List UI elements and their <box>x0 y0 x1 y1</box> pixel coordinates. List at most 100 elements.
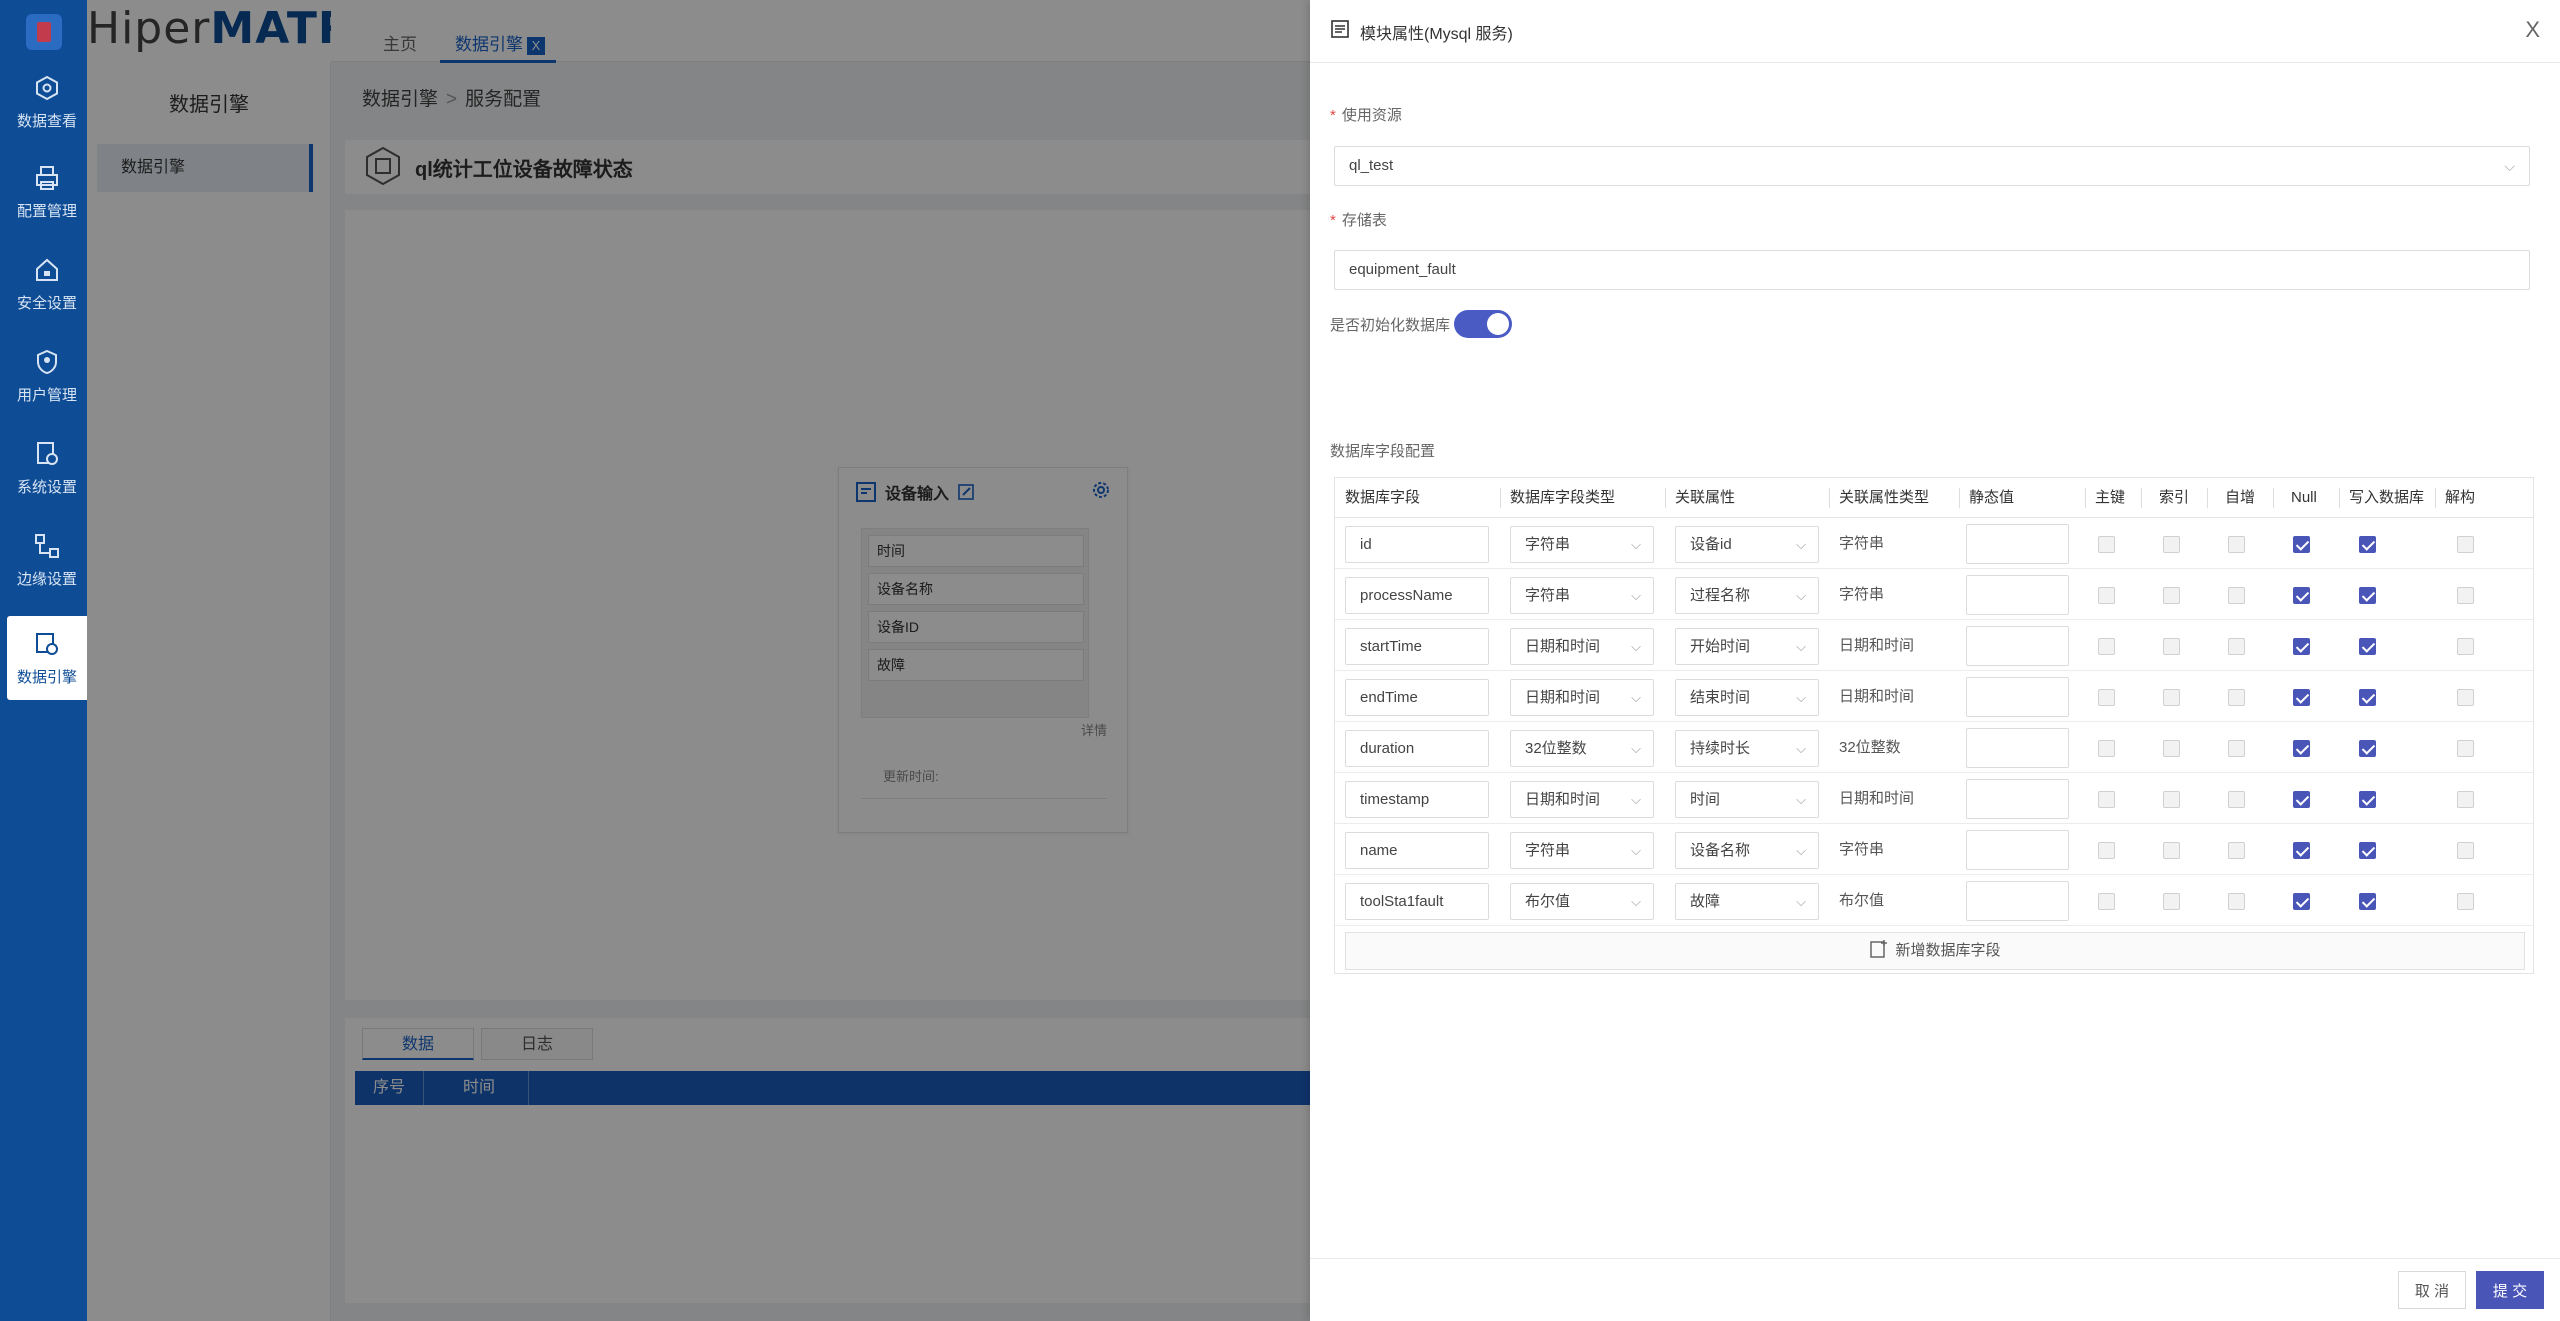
linked-attr-select[interactable]: 过程名称 ⌵ <box>1675 577 1819 614</box>
primary-key-checkbox[interactable] <box>2098 740 2115 757</box>
modal-overlay[interactable] <box>87 0 1310 1321</box>
cancel-button[interactable]: 取 消 <box>2398 1271 2466 1309</box>
write-db-checkbox[interactable] <box>2359 791 2376 808</box>
index-checkbox[interactable] <box>2163 740 2180 757</box>
null-checkbox[interactable] <box>2293 536 2310 553</box>
write-db-checkbox[interactable] <box>2359 842 2376 859</box>
db-field-input[interactable]: name <box>1345 832 1489 869</box>
auto-increment-checkbox[interactable] <box>2228 893 2245 910</box>
null-checkbox[interactable] <box>2293 893 2310 910</box>
index-checkbox[interactable] <box>2163 587 2180 604</box>
destructure-checkbox[interactable] <box>2457 740 2474 757</box>
static-value-input[interactable] <box>1966 881 2069 921</box>
auto-increment-checkbox[interactable] <box>2228 689 2245 706</box>
linked-attr-select[interactable]: 设备id ⌵ <box>1675 526 1819 563</box>
destructure-checkbox[interactable] <box>2457 842 2474 859</box>
db-field-type-select[interactable]: 日期和时间 ⌵ <box>1510 628 1654 665</box>
null-checkbox[interactable] <box>2293 587 2310 604</box>
null-checkbox[interactable] <box>2293 842 2310 859</box>
db-field-input[interactable]: startTime <box>1345 628 1489 665</box>
write-db-checkbox[interactable] <box>2359 689 2376 706</box>
db-field-type-select[interactable]: 32位整数 ⌵ <box>1510 730 1654 767</box>
column-header: 关联属性 <box>1675 489 1736 506</box>
static-value-input[interactable] <box>1966 728 2069 768</box>
static-value-input[interactable] <box>1966 626 2069 666</box>
column-header: 写入数据库 <box>2349 489 2425 506</box>
linked-attr-select[interactable]: 设备名称 ⌵ <box>1675 832 1819 869</box>
db-field-type-select[interactable]: 字符串 ⌵ <box>1510 577 1654 614</box>
nav-item-edge[interactable]: 边缘设置 <box>7 518 87 602</box>
auto-increment-checkbox[interactable] <box>2228 536 2245 553</box>
primary-key-checkbox[interactable] <box>2098 638 2115 655</box>
static-value-input[interactable] <box>1966 830 2069 870</box>
null-checkbox[interactable] <box>2293 638 2310 655</box>
linked-attr-select[interactable]: 开始时间 ⌵ <box>1675 628 1819 665</box>
table-header: 数据库字段 数据库字段类型 关联属性 关联属性类型 静态值 主键 索引 自增 N… <box>1335 478 2533 518</box>
write-db-checkbox[interactable] <box>2359 893 2376 910</box>
db-field-input[interactable]: id <box>1345 526 1489 563</box>
write-db-checkbox[interactable] <box>2359 638 2376 655</box>
write-db-checkbox[interactable] <box>2359 536 2376 553</box>
db-field-input[interactable]: endTime <box>1345 679 1489 716</box>
auto-increment-checkbox[interactable] <box>2228 638 2245 655</box>
write-db-checkbox[interactable] <box>2359 587 2376 604</box>
index-checkbox[interactable] <box>2163 638 2180 655</box>
db-field-type-select[interactable]: 字符串 ⌵ <box>1510 526 1654 563</box>
db-field-input[interactable]: timestamp <box>1345 781 1489 818</box>
static-value-input[interactable] <box>1966 575 2069 615</box>
chevron-down-icon: ⌵ <box>1631 639 1641 654</box>
nav-item-config[interactable]: 配置管理 <box>7 150 87 234</box>
db-field-type-select[interactable]: 字符串 ⌵ <box>1510 832 1654 869</box>
index-checkbox[interactable] <box>2163 842 2180 859</box>
table-input[interactable]: equipment_fault <box>1334 250 2530 290</box>
static-value-input[interactable] <box>1966 779 2069 819</box>
auto-increment-checkbox[interactable] <box>2228 791 2245 808</box>
db-field-type-select[interactable]: 布尔值 ⌵ <box>1510 883 1654 920</box>
nav-item-data-engine[interactable]: 数据引擎 <box>7 616 87 700</box>
index-checkbox[interactable] <box>2163 893 2180 910</box>
db-field-type-select[interactable]: 日期和时间 ⌵ <box>1510 781 1654 818</box>
linked-attr-select[interactable]: 持续时长 ⌵ <box>1675 730 1819 767</box>
destructure-checkbox[interactable] <box>2457 893 2474 910</box>
nav-item-users[interactable]: 用户管理 <box>7 334 87 418</box>
nav-item-system[interactable]: 系统设置 <box>7 426 87 510</box>
db-field-input[interactable]: duration <box>1345 730 1489 767</box>
primary-key-checkbox[interactable] <box>2098 842 2115 859</box>
linked-attr-select[interactable]: 结束时间 ⌵ <box>1675 679 1819 716</box>
primary-key-checkbox[interactable] <box>2098 587 2115 604</box>
static-value-input[interactable] <box>1966 677 2069 717</box>
destructure-checkbox[interactable] <box>2457 638 2474 655</box>
init-db-toggle[interactable] <box>1454 310 1512 338</box>
linked-attr-select[interactable]: 时间 ⌵ <box>1675 781 1819 818</box>
destructure-checkbox[interactable] <box>2457 791 2474 808</box>
index-checkbox[interactable] <box>2163 689 2180 706</box>
resource-select[interactable]: ql_test ⌵ <box>1334 146 2530 186</box>
null-checkbox[interactable] <box>2293 791 2310 808</box>
primary-key-checkbox[interactable] <box>2098 536 2115 553</box>
db-field-input[interactable]: toolSta1fault <box>1345 883 1489 920</box>
auto-increment-checkbox[interactable] <box>2228 842 2245 859</box>
linked-attr-select[interactable]: 故障 ⌵ <box>1675 883 1819 920</box>
null-checkbox[interactable] <box>2293 689 2310 706</box>
null-checkbox[interactable] <box>2293 740 2310 757</box>
primary-key-checkbox[interactable] <box>2098 893 2115 910</box>
add-field-button[interactable]: 新增数据库字段 <box>1345 932 2525 970</box>
static-value-input[interactable] <box>1966 524 2069 564</box>
destructure-checkbox[interactable] <box>2457 587 2474 604</box>
chevron-down-icon: ⌵ <box>1796 792 1806 807</box>
primary-key-checkbox[interactable] <box>2098 689 2115 706</box>
auto-increment-checkbox[interactable] <box>2228 587 2245 604</box>
primary-key-checkbox[interactable] <box>2098 791 2115 808</box>
auto-increment-checkbox[interactable] <box>2228 740 2245 757</box>
nav-item-security[interactable]: 安全设置 <box>7 242 87 326</box>
index-checkbox[interactable] <box>2163 536 2180 553</box>
nav-item-data-view[interactable]: 数据查看 <box>7 60 87 144</box>
db-field-type-select[interactable]: 日期和时间 ⌵ <box>1510 679 1654 716</box>
write-db-checkbox[interactable] <box>2359 740 2376 757</box>
destructure-checkbox[interactable] <box>2457 536 2474 553</box>
close-icon[interactable]: X <box>2525 17 2540 43</box>
index-checkbox[interactable] <box>2163 791 2180 808</box>
destructure-checkbox[interactable] <box>2457 689 2474 706</box>
db-field-input[interactable]: processName <box>1345 577 1489 614</box>
submit-button[interactable]: 提 交 <box>2476 1271 2544 1309</box>
